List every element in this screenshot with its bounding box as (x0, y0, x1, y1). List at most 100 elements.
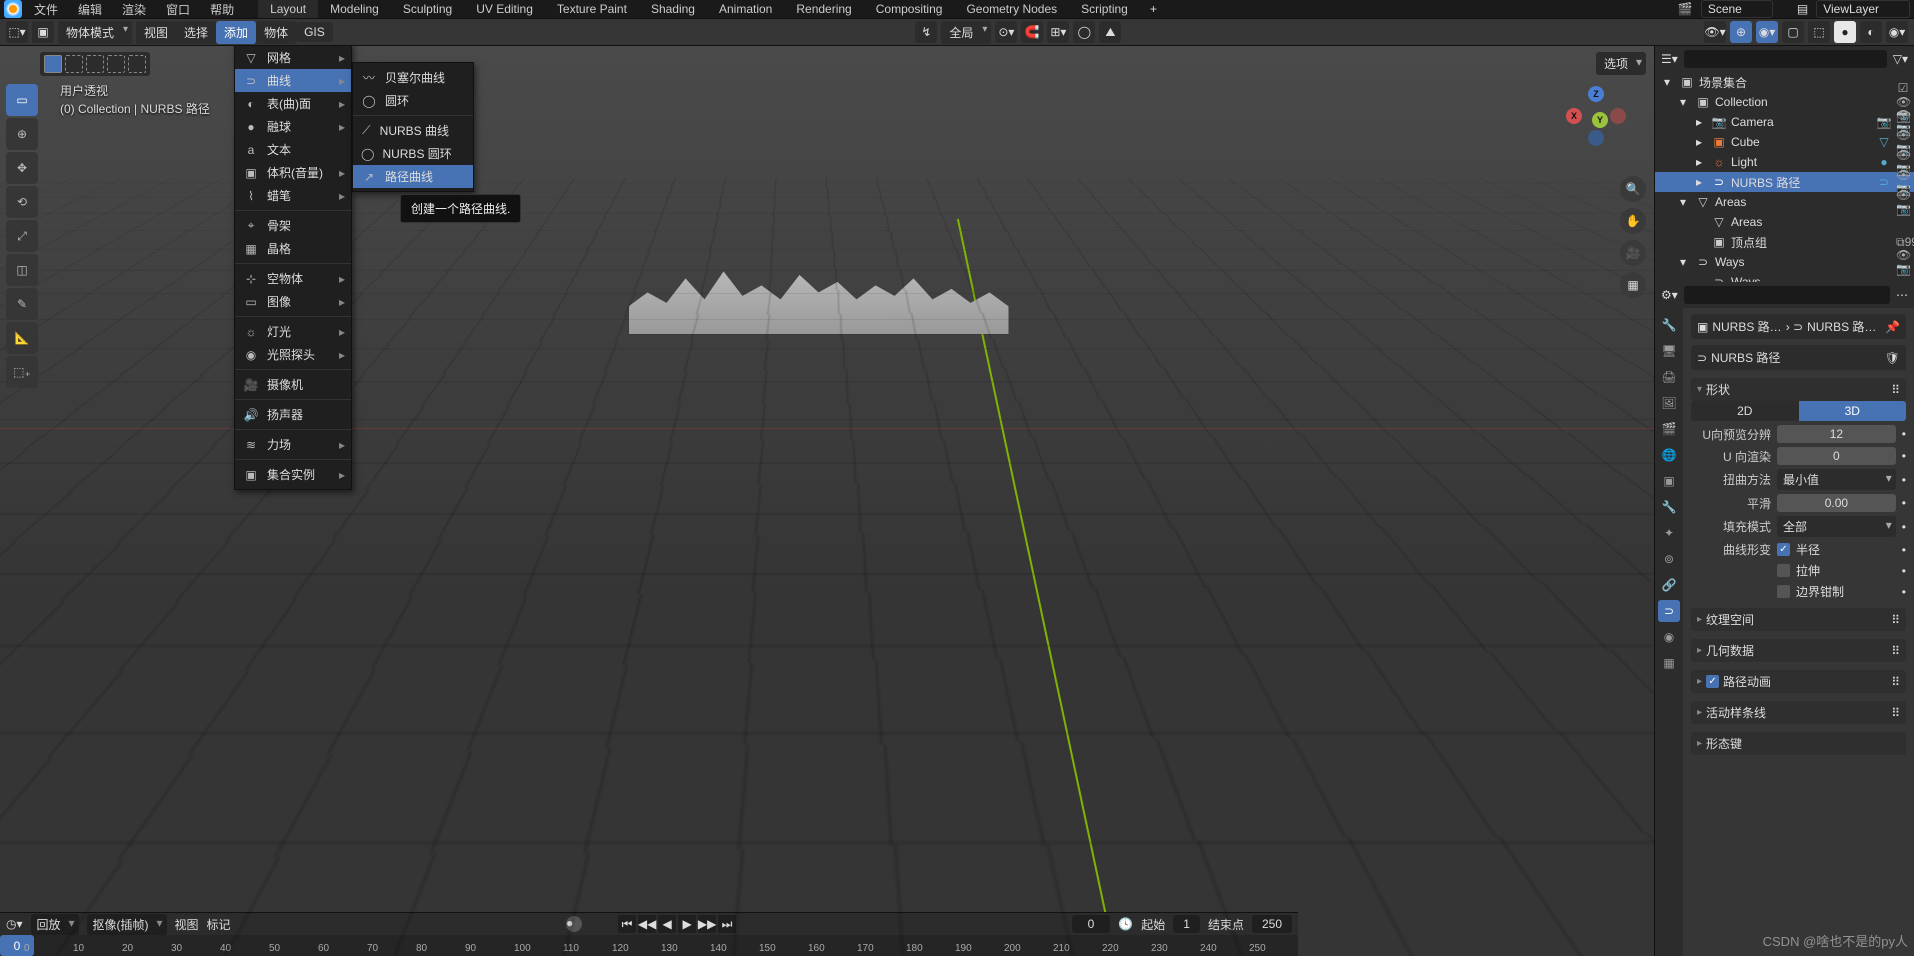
viewport-3d[interactable]: 用户透视 (0) Collection | NURBS 路径 选项 ▭ ⊕ ✥ … (0, 46, 1654, 956)
tab-render-icon[interactable]: 🖥 (1658, 340, 1680, 362)
row-toggles[interactable]: 👁 📷 (1896, 188, 1910, 216)
tab-particle-icon[interactable]: ✦ (1658, 522, 1680, 544)
pivot-icon[interactable]: ⊙▾ (995, 21, 1017, 43)
timeline-editor-icon[interactable]: ◷▾ (6, 917, 23, 931)
expand-icon[interactable]: ▾ (1675, 95, 1691, 109)
snap-toggle[interactable]: 🧲 (1021, 21, 1043, 43)
add-menu-item[interactable]: 🔊扬声器 (235, 403, 351, 426)
tool-select[interactable]: ▭ (6, 84, 38, 116)
top-menu-帮助[interactable]: 帮助 (200, 0, 244, 20)
add-menu-item[interactable]: ≋力场 (235, 433, 351, 456)
nav-gizmo[interactable]: Z X Y (1566, 86, 1626, 146)
tool-measure[interactable]: 📐 (6, 322, 38, 354)
workspace-tab[interactable]: Sculpting (391, 0, 464, 18)
top-menu-文件[interactable]: 文件 (24, 0, 68, 20)
add-menu-item[interactable]: ▣体积(音量) (235, 161, 351, 184)
add-menu-item[interactable]: ◐表(曲)面 (235, 92, 351, 115)
tl-marker-menu[interactable]: 标记 (207, 916, 231, 933)
proportional-toggle[interactable]: ◯ (1073, 21, 1095, 43)
outliner-row[interactable]: ▸📷Camera📷👁 📷 (1655, 112, 1914, 132)
overlay-toggle[interactable]: ◉▾ (1756, 21, 1778, 43)
workspace-tab[interactable]: Layout (258, 0, 318, 18)
outliner-row[interactable]: ▣顶点组⧉99 (1655, 232, 1914, 252)
props-search[interactable] (1684, 286, 1890, 304)
panel-texspace[interactable]: 纹理空间⠿ (1691, 608, 1906, 631)
next-key-icon[interactable]: ▶▶ (698, 915, 716, 933)
add-workspace-button[interactable]: + (1142, 0, 1165, 18)
viewlayer-field[interactable]: ViewLayer (1816, 0, 1910, 18)
tab-material-icon[interactable]: ◉ (1658, 626, 1680, 648)
expand-icon[interactable]: ▾ (1675, 195, 1691, 209)
expand-icon[interactable]: ▸ (1691, 175, 1707, 189)
add-menu-item[interactable]: ☼灯光 (235, 320, 351, 343)
select-intersect-icon[interactable] (107, 55, 125, 73)
tab-world-icon[interactable]: 🌐 (1658, 444, 1680, 466)
select-box-icon[interactable] (44, 55, 62, 73)
tool-rotate[interactable]: ⟲ (6, 186, 38, 218)
jump-end-icon[interactable]: ⏭ (718, 915, 736, 933)
proportional-falloff-icon[interactable]: ⛰ (1099, 21, 1121, 43)
add-menu-item[interactable]: ▽网格 (235, 46, 351, 69)
tool-move[interactable]: ✥ (6, 152, 38, 184)
header-menu[interactable]: GIS (296, 22, 333, 42)
btn-3d[interactable]: 3D (1799, 401, 1907, 421)
submenu-item[interactable]: ◯NURBS 圆环 (353, 142, 473, 165)
add-menu-item[interactable]: ▣集合实例 (235, 463, 351, 486)
tool-cursor[interactable]: ⊕ (6, 118, 38, 150)
gizmo-toggle[interactable]: ⊕ (1730, 21, 1752, 43)
top-menu-渲染[interactable]: 渲染 (112, 0, 156, 20)
submenu-item[interactable]: 〰贝塞尔曲线 (353, 66, 473, 89)
panel-shapekeys[interactable]: 形态键 (1691, 732, 1906, 755)
visibility-icon[interactable]: 👁▾ (1704, 21, 1726, 43)
field-res-u[interactable]: 12 (1777, 425, 1896, 443)
top-menu-编辑[interactable]: 编辑 (68, 0, 112, 20)
tab-output-icon[interactable]: 🖨 (1658, 366, 1680, 388)
outliner-row[interactable]: ▾▣Collection☑ 👁 📷 (1655, 92, 1914, 112)
add-menu-item[interactable]: ▦晶格 (235, 237, 351, 260)
timeline-ruler[interactable]: 0 01020304050607080901001101201301401501… (0, 935, 1298, 956)
snap-target-icon[interactable]: ⊞▾ (1047, 21, 1069, 43)
submenu-item[interactable]: ⟋NURBS 曲线 (353, 119, 473, 142)
workspace-tab[interactable]: Modeling (318, 0, 391, 18)
select-extend-icon[interactable] (65, 55, 83, 73)
end-frame-field[interactable]: 250 (1252, 915, 1292, 933)
header-menu[interactable]: 视图 (136, 21, 176, 44)
add-menu-item[interactable]: ⌇蜡笔 (235, 184, 351, 207)
select-twist[interactable]: 最小值 (1777, 469, 1896, 490)
tab-viewlayer-icon[interactable]: 🖼 (1658, 392, 1680, 414)
start-frame-field[interactable]: 1 (1173, 915, 1200, 933)
tab-tool-icon[interactable]: 🔧 (1658, 314, 1680, 336)
dimension-toggle[interactable]: 2D 3D (1691, 401, 1906, 421)
workspace-tab[interactable]: Scripting (1069, 0, 1140, 18)
add-menu-item[interactable]: a文本 (235, 138, 351, 161)
mode-select[interactable]: 物体模式 (58, 21, 132, 44)
orientation-select[interactable]: 全局 (941, 21, 991, 44)
outliner-row[interactable]: ▾▣场景集合 (1655, 72, 1914, 92)
tab-object-icon[interactable]: ▣ (1658, 470, 1680, 492)
check-stretch[interactable] (1777, 564, 1790, 577)
outliner-row[interactable]: ▸▣Cube▽👁 📷 (1655, 132, 1914, 152)
outliner-row[interactable]: ▾⊃Ways👁 📷 (1655, 252, 1914, 272)
add-menu-item[interactable]: ⊃曲线 (235, 69, 351, 92)
outliner-row[interactable]: ⊃Ways (1655, 272, 1914, 282)
play-icon[interactable]: ▶ (678, 915, 696, 933)
data-name-field[interactable]: ⊃ NURBS 路径 🛡 (1691, 345, 1906, 370)
select-fill[interactable]: 全部 (1777, 516, 1896, 537)
submenu-item[interactable]: ↗路径曲线 (353, 165, 473, 188)
pan-icon[interactable]: ✋ (1620, 208, 1646, 234)
jump-start-icon[interactable]: ⏮ (618, 915, 636, 933)
workspace-tab[interactable]: Geometry Nodes (954, 0, 1069, 18)
workspace-tab[interactable]: Compositing (864, 0, 955, 18)
ortho-toggle-icon[interactable]: ▦ (1620, 272, 1646, 298)
check-radius[interactable] (1777, 543, 1790, 556)
workspace-tab[interactable]: Shading (639, 0, 707, 18)
select-invert-icon[interactable] (128, 55, 146, 73)
tool-annotate[interactable]: ✎ (6, 288, 38, 320)
orientation-icon[interactable]: ↯ (915, 21, 937, 43)
add-menu-item[interactable]: ◉光照探头 (235, 343, 351, 366)
header-menu[interactable]: 添加 (216, 21, 256, 44)
add-menu-item[interactable]: ●融球 (235, 115, 351, 138)
panel-pathanim[interactable]: 路径动画⠿ (1691, 670, 1906, 693)
add-menu-item[interactable]: ⌖骨架 (235, 214, 351, 237)
zoom-icon[interactable]: 🔍 (1620, 176, 1646, 202)
